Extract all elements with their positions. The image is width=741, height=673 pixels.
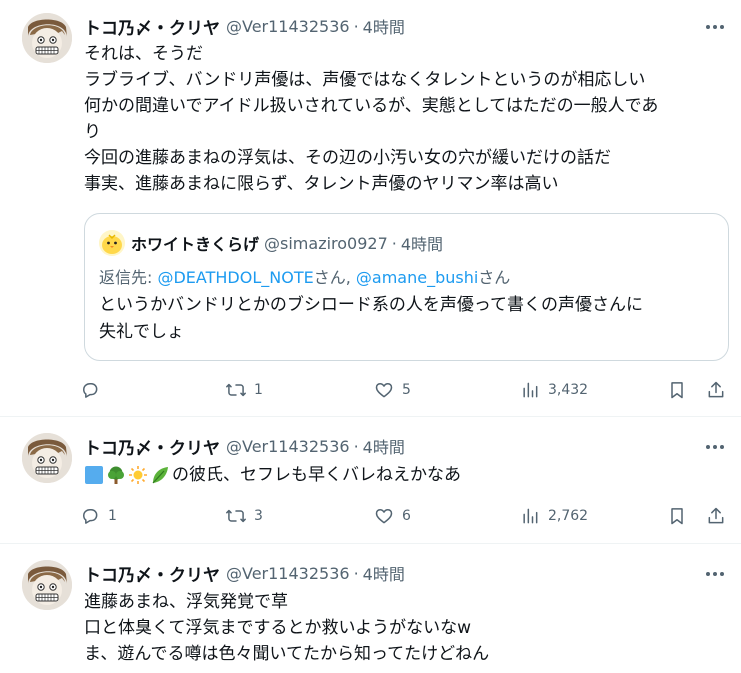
author-handle[interactable]: @Ver11432536 bbox=[226, 17, 350, 36]
view-count: 3,432 bbox=[548, 382, 589, 398]
retweet-count: 3 bbox=[254, 508, 263, 524]
heart-icon bbox=[375, 383, 393, 398]
tweet-line: 今回の進藤あまねの浮気は、その辺の小汚い女の穴が緩いだけの話だ bbox=[84, 148, 611, 168]
tweet-header: トコ乃〆・クリヤ @Ver11432536 · 4時間 bbox=[84, 561, 405, 586]
share-icon bbox=[708, 507, 724, 524]
more-options-icon[interactable] bbox=[703, 437, 727, 457]
quote-line: 失礼でしょ bbox=[99, 322, 184, 342]
reply-user-link[interactable]: @amane_bushi bbox=[356, 268, 478, 287]
reply-count: 1 bbox=[108, 508, 117, 524]
tweet-text: の彼氏、セフレも早くバレねえかなあ bbox=[84, 462, 724, 488]
reply-prefix: 返信先: bbox=[99, 268, 158, 287]
author-name[interactable]: トコ乃〆・クリヤ bbox=[84, 434, 220, 459]
tweet-text: それは、そうだ ラブライブ、バンドリ声優は、声優ではなくタレントというのが相応し… bbox=[84, 41, 724, 197]
avatar-image bbox=[22, 433, 72, 483]
reply-mid: さん, bbox=[313, 268, 356, 287]
tweet-line: の彼氏、セフレも早くバレねえかなあ bbox=[172, 465, 461, 485]
tweet-text: 進藤あまね、浮気発覚で草 口と体臭くて浮気までするとか救いようがないなw ま、遊… bbox=[84, 589, 724, 667]
share-icon bbox=[708, 381, 724, 398]
views-button[interactable]: 2,762 bbox=[520, 504, 588, 528]
tweet-line: ま、遊んでる噂は色々聞いてたから知ってたけどねん bbox=[84, 644, 490, 664]
avatar[interactable] bbox=[22, 13, 72, 63]
tweet-line: ラブライブ、バンドリ声優は、声優ではなくタレントというのが相応しい bbox=[84, 70, 646, 90]
heart-icon bbox=[375, 509, 393, 524]
separator-dot: · bbox=[353, 16, 359, 36]
tree-emoji bbox=[108, 466, 124, 484]
more-options-icon[interactable] bbox=[703, 17, 727, 37]
tweet-2[interactable]: トコ乃〆・クリヤ @Ver11432536 · 4時間 の彼氏、セフレも早くバレ… bbox=[0, 417, 741, 543]
tweet-header: トコ乃〆・クリヤ @Ver11432536 · 4時間 bbox=[84, 434, 405, 459]
avatar[interactable] bbox=[22, 433, 72, 483]
tweet-line: り bbox=[84, 122, 101, 142]
separator-dot: · bbox=[391, 233, 397, 253]
tweet-line: 事実、進藤あまねに限らず、タレント声優のヤリマン率は高い bbox=[84, 174, 559, 194]
reply-button[interactable]: 1 bbox=[80, 504, 117, 528]
quote-avatar bbox=[99, 230, 125, 256]
quote-line: というかバンドリとかのブシロード系の人を声優って書くの声優さんに bbox=[99, 295, 643, 315]
retweet-count: 1 bbox=[254, 382, 263, 398]
reply-to: 返信先: @DEATHDOL_NOTEさん, @amane_bushiさん bbox=[99, 264, 510, 288]
reply-icon bbox=[83, 383, 98, 398]
sun-emoji bbox=[129, 466, 147, 484]
share-button[interactable] bbox=[706, 504, 726, 528]
tweet-header: トコ乃〆・クリヤ @Ver11432536 · 4時間 bbox=[84, 14, 405, 39]
reply-button[interactable] bbox=[80, 378, 108, 402]
avatar[interactable] bbox=[22, 560, 72, 610]
tweet-line: 進藤あまね、浮気発覚で草 bbox=[84, 592, 288, 612]
like-button[interactable]: 6 bbox=[374, 504, 411, 528]
analytics-icon bbox=[523, 382, 538, 398]
retweet-icon bbox=[226, 383, 246, 397]
tweet-actions: 1 5 3,432 bbox=[80, 378, 730, 402]
analytics-icon bbox=[523, 508, 538, 524]
reply-suffix: さん bbox=[478, 268, 511, 287]
retweet-button[interactable]: 1 bbox=[226, 378, 263, 402]
views-button[interactable]: 3,432 bbox=[520, 378, 588, 402]
avatar-image bbox=[22, 13, 72, 63]
quote-author-name: ホワイトきくらげ bbox=[131, 235, 260, 254]
like-count: 6 bbox=[402, 508, 411, 524]
tweet-line: 何かの間違いでアイドル扱いされているが、実態としてはただの一般人であ bbox=[84, 96, 659, 116]
author-name[interactable]: トコ乃〆・クリヤ bbox=[84, 14, 220, 39]
avatar-image bbox=[22, 560, 72, 610]
quote-author-handle: @simaziro0927 bbox=[264, 233, 388, 253]
quote-header: ホワイトきくらげ @simaziro0927 · 4時間 bbox=[99, 230, 443, 256]
reply-user-link[interactable]: @DEATHDOL_NOTE bbox=[157, 268, 313, 287]
separator-dot: · bbox=[353, 563, 359, 583]
author-handle[interactable]: @Ver11432536 bbox=[226, 564, 350, 583]
timestamp[interactable]: 4時間 bbox=[363, 561, 405, 585]
quoted-tweet[interactable]: ホワイトきくらげ @simaziro0927 · 4時間 返信先: @DEATH… bbox=[84, 213, 729, 361]
timestamp[interactable]: 4時間 bbox=[363, 14, 405, 38]
quote-timestamp: 4時間 bbox=[400, 235, 444, 254]
like-count: 5 bbox=[402, 382, 411, 398]
blue-square-emoji bbox=[85, 466, 103, 484]
leafy-green-emoji bbox=[152, 467, 168, 484]
more-options-icon[interactable] bbox=[703, 564, 727, 584]
chick-avatar-image bbox=[99, 230, 125, 256]
view-count: 2,762 bbox=[548, 508, 589, 524]
retweet-button[interactable]: 3 bbox=[226, 504, 263, 528]
retweet-icon bbox=[226, 509, 246, 523]
tweet-actions: 1 3 6 2,762 bbox=[80, 504, 730, 528]
bookmark-button[interactable] bbox=[667, 504, 687, 528]
author-handle[interactable]: @Ver11432536 bbox=[226, 437, 350, 456]
tweet-3[interactable]: トコ乃〆・クリヤ @Ver11432536 · 4時間 進藤あまね、浮気発覚で草… bbox=[0, 544, 741, 673]
share-button[interactable] bbox=[706, 378, 726, 402]
tweet-line: それは、そうだ bbox=[84, 44, 203, 64]
like-button[interactable]: 5 bbox=[374, 378, 411, 402]
separator-dot: · bbox=[353, 436, 359, 456]
timestamp[interactable]: 4時間 bbox=[363, 434, 405, 458]
bookmark-icon bbox=[671, 508, 683, 525]
author-name[interactable]: トコ乃〆・クリヤ bbox=[84, 561, 220, 586]
quote-text: というかバンドリとかのブシロード系の人を声優って書くの声優さんに 失礼でしょ bbox=[99, 292, 643, 346]
bookmark-icon bbox=[671, 382, 683, 399]
bookmark-button[interactable] bbox=[667, 378, 687, 402]
reply-icon bbox=[83, 509, 98, 524]
tweet-1[interactable]: トコ乃〆・クリヤ @Ver11432536 · 4時間 それは、そうだ ラブライ… bbox=[0, 0, 741, 416]
tweet-line: 口と体臭くて浮気までするとか救いようがないなw bbox=[84, 618, 472, 638]
